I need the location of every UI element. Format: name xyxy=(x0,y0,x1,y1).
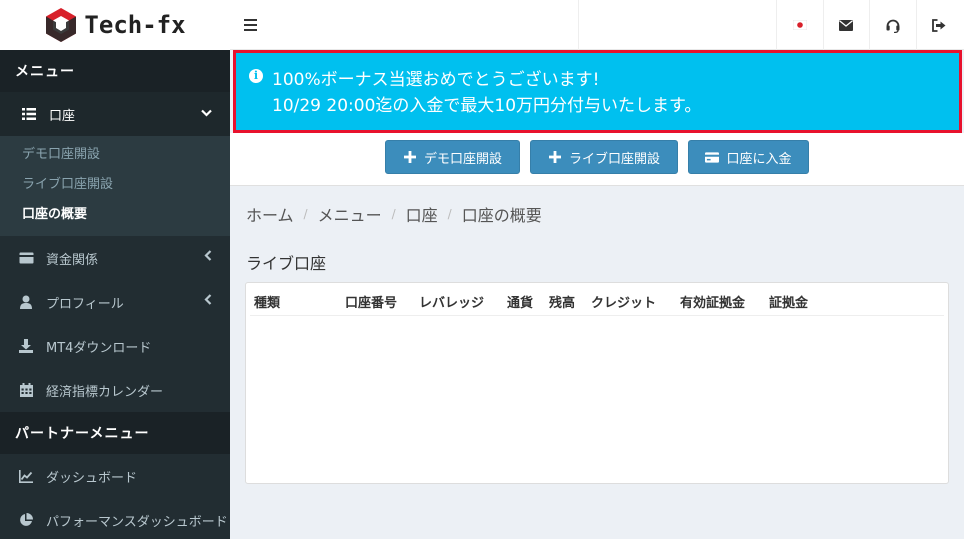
hamburger-menu-icon[interactable] xyxy=(244,15,262,33)
chevron-left-icon xyxy=(204,294,212,309)
envelope-icon[interactable] xyxy=(823,0,869,50)
submenu-item-live-account[interactable]: ライブ口座開設 xyxy=(0,170,230,200)
breadcrumb-account[interactable]: 口座 xyxy=(406,202,438,226)
submenu-item-account-overview[interactable]: 口座の概要 xyxy=(0,200,230,230)
logo-text: Tech-fx xyxy=(84,11,186,39)
column-header-equity[interactable]: 有効証拠金 xyxy=(680,292,745,311)
sidebar-item-label: MT4ダウンロード xyxy=(46,340,152,356)
table-header: 種類 口座番号 レバレッジ 通貨 残高 クレジット 有効証拠金 証拠金 xyxy=(250,283,944,316)
sidebar-item-label: 経済指標カレンダー xyxy=(46,384,164,400)
submenu-item-demo-account[interactable]: デモ口座開設 xyxy=(0,140,230,170)
headset-icon[interactable] xyxy=(870,0,916,50)
sidebar-item-funds[interactable]: 資金関係 xyxy=(0,236,230,280)
sidebar-item-mt4-download[interactable]: MT4ダウンロード xyxy=(0,324,230,368)
sidebar-item-label: 口座 xyxy=(49,108,76,124)
column-header-leverage[interactable]: レバレッジ xyxy=(419,292,484,311)
column-header-type[interactable]: 種類 xyxy=(254,292,280,311)
column-header-currency[interactable]: 通貨 xyxy=(507,292,533,311)
section-title: ライブ口座 xyxy=(246,254,327,273)
alert-line-1: 100%ボーナス当選おめでとうございます! xyxy=(272,70,600,90)
column-header-credit[interactable]: クレジット xyxy=(591,292,656,311)
breadcrumb: ホーム / メニュー / 口座 / 口座の概要 xyxy=(246,202,542,226)
sidebar-item-label: ダッシュボード xyxy=(46,470,138,486)
button-label: ライブ口座開設 xyxy=(568,151,660,167)
topbar-divider xyxy=(578,0,579,50)
chevron-left-icon xyxy=(204,250,212,265)
sidebar-item-profile[interactable]: プロフィール xyxy=(0,280,230,324)
button-label: デモ口座開設 xyxy=(423,151,502,167)
breadcrumb-home[interactable]: ホーム xyxy=(246,202,294,226)
menu-header: メニュー xyxy=(0,50,230,92)
sidebar-item-label: プロフィール xyxy=(46,296,124,312)
topbar xyxy=(230,0,964,50)
column-header-margin[interactable]: 証拠金 xyxy=(769,292,808,311)
breadcrumb-current: 口座の概要 xyxy=(461,206,542,225)
download-icon xyxy=(18,338,34,354)
partner-menu-header: パートナーメニュー xyxy=(0,412,230,454)
open-demo-account-button[interactable]: デモ口座開設 xyxy=(385,140,520,174)
sidebar-item-label: パフォーマンスダッシュボード xyxy=(46,514,228,530)
money-icon xyxy=(18,250,34,266)
chevron-down-icon xyxy=(201,106,212,121)
sidebar-item-economic-calendar[interactable]: 経済指標カレンダー xyxy=(0,368,230,412)
plus-icon xyxy=(403,150,417,164)
calendar-icon xyxy=(18,382,34,398)
sidebar-item-dashboard[interactable]: ダッシュボード xyxy=(0,454,230,498)
live-accounts-table: 種類 口座番号 レバレッジ 通貨 残高 クレジット 有効証拠金 証拠金 xyxy=(245,282,949,484)
sidebar-item-account[interactable]: 口座 xyxy=(0,92,230,136)
account-submenu: デモ口座開設 ライブ口座開設 口座の概要 xyxy=(0,136,230,236)
user-icon xyxy=(18,294,34,310)
plus-icon xyxy=(548,150,562,164)
deposit-button[interactable]: 口座に入金 xyxy=(688,140,809,174)
chart-icon xyxy=(18,468,34,484)
action-bar: デモ口座開設 ライブ口座開設 口座に入金 xyxy=(230,133,964,186)
column-header-account-number[interactable]: 口座番号 xyxy=(345,292,397,311)
info-icon: i xyxy=(249,69,263,83)
sign-out-icon[interactable] xyxy=(916,0,962,50)
open-live-account-button[interactable]: ライブ口座開設 xyxy=(530,140,678,174)
credit-card-icon xyxy=(705,150,720,164)
list-icon xyxy=(21,106,37,122)
logo-hexagon-icon xyxy=(46,8,77,42)
sidebar-item-performance-dashboard[interactable]: パフォーマンスダッシュボード xyxy=(0,498,230,539)
column-header-balance[interactable]: 残高 xyxy=(549,292,575,311)
alert-line-2: 10/29 20:00迄の入金で最大10万円分付与いたします。 xyxy=(272,96,702,116)
logo[interactable]: Tech-fx xyxy=(0,0,230,50)
sidebar: Tech-fx メニュー 口座 デモ口座開設 ライブ口座開設 口座の概要 資金関… xyxy=(0,0,230,539)
sidebar-item-label: 資金関係 xyxy=(46,252,99,268)
pie-chart-icon xyxy=(18,512,34,528)
button-label: 口座に入金 xyxy=(726,151,792,167)
bonus-alert: i 100%ボーナス当選おめでとうございます! 10/29 20:00迄の入金で… xyxy=(233,50,962,133)
breadcrumb-menu[interactable]: メニュー xyxy=(318,202,382,226)
japan-flag-icon[interactable] xyxy=(777,0,823,50)
